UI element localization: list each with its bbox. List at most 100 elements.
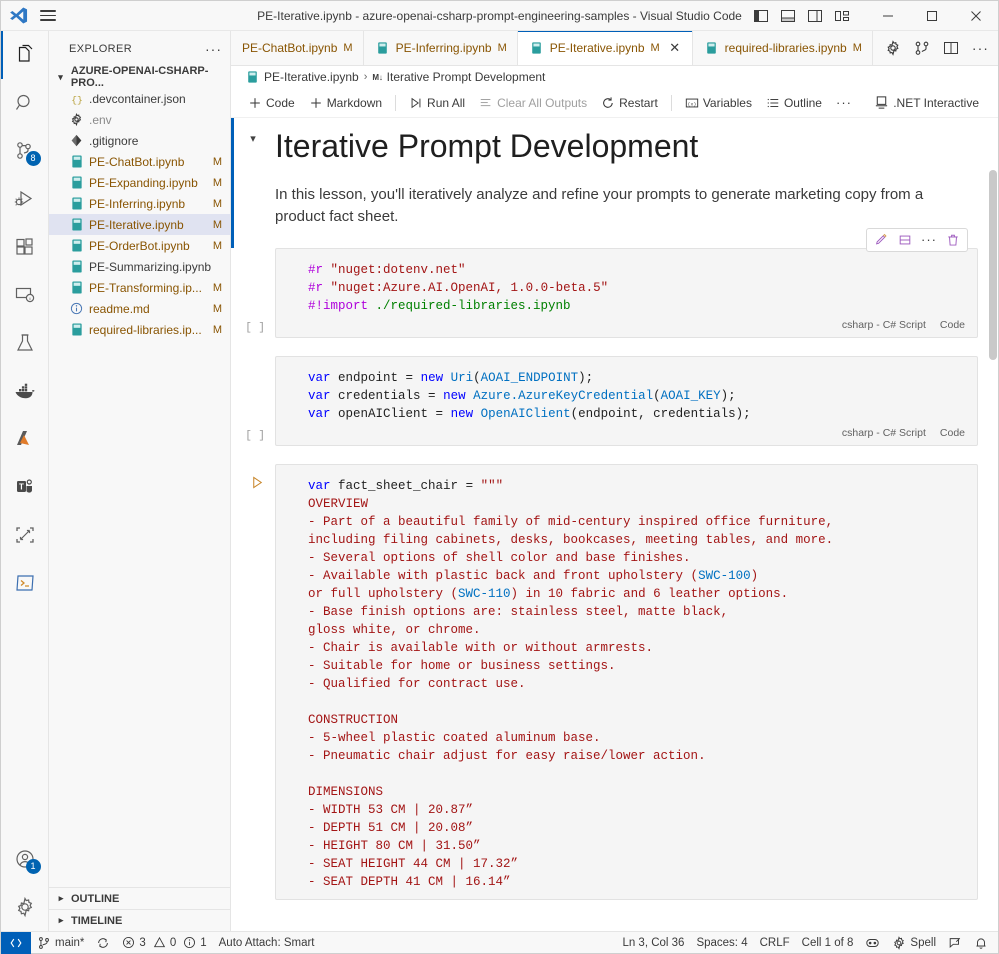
more-actions-icon[interactable]: ··· <box>972 41 989 55</box>
close-button[interactable] <box>954 1 998 31</box>
cell-position-status[interactable]: Cell 1 of 8 <box>796 932 860 954</box>
toggle-secondary-sidebar-icon[interactable] <box>807 8 823 24</box>
sidebar-item-explorer[interactable] <box>0 31 49 79</box>
explorer-more-actions-icon[interactable]: ··· <box>205 41 222 57</box>
indentation-label: Spaces: 4 <box>696 936 748 949</box>
kernel-selector-button[interactable]: .NET Interactive <box>867 93 986 112</box>
cell-language[interactable]: csharp - C# Script <box>842 427 926 439</box>
source-control-compare-icon[interactable] <box>914 40 930 56</box>
list-item[interactable]: PE-Inferring.ipynb M <box>49 193 230 214</box>
spell-checker-status[interactable]: Spell <box>886 932 942 954</box>
auto-attach-status[interactable]: Auto Attach: Smart <box>213 932 321 954</box>
list-item[interactable]: PE-Summarizing.ipynb <box>49 256 230 277</box>
customize-layout-icon[interactable] <box>834 8 850 24</box>
indentation-status[interactable]: Spaces: 4 <box>690 932 753 954</box>
code-content[interactable]: var fact_sheet_chair = """ OVERVIEW - Pa… <box>276 477 977 899</box>
notebook-scroll-container[interactable]: ··· ▾ Iterative Prompt Development In th… <box>231 118 998 931</box>
add-code-cell-button[interactable]: Code <box>241 94 302 112</box>
sidebar-item-docker[interactable] <box>1 367 49 415</box>
docker-whale-icon <box>15 383 35 399</box>
list-item[interactable]: PE-OrderBot.ipynb M <box>49 235 230 256</box>
restart-button[interactable]: Restart <box>594 94 665 112</box>
sidebar-item-teams-toolkit[interactable]: T <box>1 463 49 511</box>
branch-status[interactable]: main* <box>31 932 90 954</box>
breadcrumb: PE-Iterative.ipynb › M↓ Iterative Prompt… <box>231 66 998 88</box>
add-markdown-cell-button[interactable]: Markdown <box>302 94 389 112</box>
list-item[interactable]: PE-Expanding.ipynb M <box>49 172 230 193</box>
sidebar-item-remote-window[interactable] <box>1 511 49 559</box>
code-cell[interactable]: [ ] #r "nuget:dotenv.net" #r "nuget:Azur… <box>231 247 998 338</box>
folder-section-header[interactable]: ▾ AZURE-OPENAI-CSHARP-PRO... <box>49 65 230 89</box>
tab-required-libraries[interactable]: required-libraries.ipynb M <box>692 31 873 65</box>
notifications-status[interactable] <box>968 932 994 954</box>
code-content[interactable]: #r "nuget:dotenv.net" #r "nuget:Azure.AI… <box>276 261 977 315</box>
edit-cell-button[interactable] <box>869 229 893 251</box>
cell-kind[interactable]: Code <box>940 319 965 331</box>
problems-status[interactable]: 3 0 1 <box>116 932 212 954</box>
code-cell[interactable]: var fact_sheet_chair = """ OVERVIEW - Pa… <box>231 463 998 900</box>
eol-status[interactable]: CRLF <box>754 932 796 954</box>
split-editor-icon[interactable] <box>943 40 959 56</box>
manage-settings-button[interactable] <box>1 883 49 931</box>
minimize-button[interactable] <box>866 1 910 31</box>
code-content[interactable]: var endpoint = new Uri(AOAI_ENDPOINT); v… <box>276 369 977 423</box>
list-item[interactable]: .env <box>49 109 230 130</box>
close-icon[interactable]: ✕ <box>668 40 682 56</box>
sidebar-item-testing[interactable] <box>1 319 49 367</box>
sidebar-item-source-control[interactable]: 8 <box>1 127 49 175</box>
editor-scrollbar[interactable] <box>988 118 998 931</box>
sidebar-item-azure[interactable] <box>1 415 49 463</box>
list-item[interactable]: PE-ChatBot.ipynb M <box>49 151 230 172</box>
outline-label: OUTLINE <box>71 892 120 905</box>
cursor-position-status[interactable]: Ln 3, Col 36 <box>616 932 690 954</box>
notebook-icon <box>69 154 84 169</box>
scrollbar-thumb[interactable] <box>989 170 997 360</box>
sidebar-item-run-and-debug[interactable] <box>1 175 49 223</box>
more-cell-actions-button[interactable]: ··· <box>917 229 941 251</box>
clear-all-outputs-button[interactable]: Clear All Outputs <box>472 94 594 112</box>
tab-pe-chatbot[interactable]: PE-ChatBot.ipynb M <box>231 31 364 65</box>
hamburger-menu-icon[interactable] <box>38 8 58 24</box>
delete-cell-button[interactable] <box>941 229 965 251</box>
sidebar-item-remote-explorer[interactable]: \/ <box>1 271 49 319</box>
cell-kind[interactable]: Code <box>940 427 965 439</box>
run-all-button[interactable]: Run All <box>402 94 472 112</box>
settings-gear-icon[interactable] <box>885 40 901 56</box>
tab-pe-inferring[interactable]: PE-Inferring.ipynb M <box>363 31 518 65</box>
breadcrumb-cell-title[interactable]: Iterative Prompt Development <box>387 70 546 84</box>
list-item-selected[interactable]: PE-Iterative.ipynb M <box>49 214 230 235</box>
remote-indicator-button[interactable] <box>1 931 31 954</box>
tab-label: PE-Iterative.ipynb <box>549 41 645 55</box>
sidebar-item-extensions[interactable] <box>1 223 49 271</box>
maximize-button[interactable] <box>910 1 954 31</box>
timeline-section-header[interactable]: ▸ TIMELINE <box>49 909 230 931</box>
outline-section-header[interactable]: ▸ OUTLINE <box>49 887 230 909</box>
cell-language[interactable]: csharp - C# Script <box>842 319 926 331</box>
list-item[interactable]: required-libraries.ip... M <box>49 319 230 340</box>
toggle-primary-sidebar-icon[interactable] <box>753 8 769 24</box>
file-status: M <box>212 155 222 168</box>
split-cell-button[interactable] <box>893 229 917 251</box>
variables-button[interactable]: (x) Variables <box>678 94 759 112</box>
breadcrumb-file[interactable]: PE-Iterative.ipynb <box>264 70 359 84</box>
warning-icon <box>153 936 165 948</box>
sidebar-item-search[interactable] <box>1 79 49 127</box>
list-item[interactable]: PE-Transforming.ip... M <box>49 277 230 298</box>
accounts-button[interactable]: 1 <box>1 835 49 883</box>
outline-button[interactable]: Outline <box>759 94 829 112</box>
more-toolbar-actions[interactable]: ··· <box>829 93 859 112</box>
sync-status[interactable] <box>90 932 116 954</box>
list-item[interactable]: readme.md M <box>49 298 230 319</box>
toggle-panel-icon[interactable] <box>780 8 796 24</box>
run-cell-button[interactable] <box>250 475 265 490</box>
collapse-cell-chevron-icon[interactable]: ▾ <box>250 134 256 248</box>
feedback-status[interactable] <box>942 932 968 954</box>
sidebar-item-terminal[interactable] <box>1 559 49 607</box>
live-share-status[interactable] <box>859 932 886 954</box>
vscode-logo <box>10 7 28 24</box>
list-item[interactable]: {} .devcontainer.json <box>49 88 230 109</box>
file-tree: {} .devcontainer.json .env .gitignore PE… <box>49 88 230 887</box>
list-item[interactable]: .gitignore <box>49 130 230 151</box>
code-cell[interactable]: [ ] var endpoint = new Uri(AOAI_ENDPOINT… <box>231 355 998 446</box>
tab-pe-iterative[interactable]: PE-Iterative.ipynb M ✕ <box>517 31 693 65</box>
